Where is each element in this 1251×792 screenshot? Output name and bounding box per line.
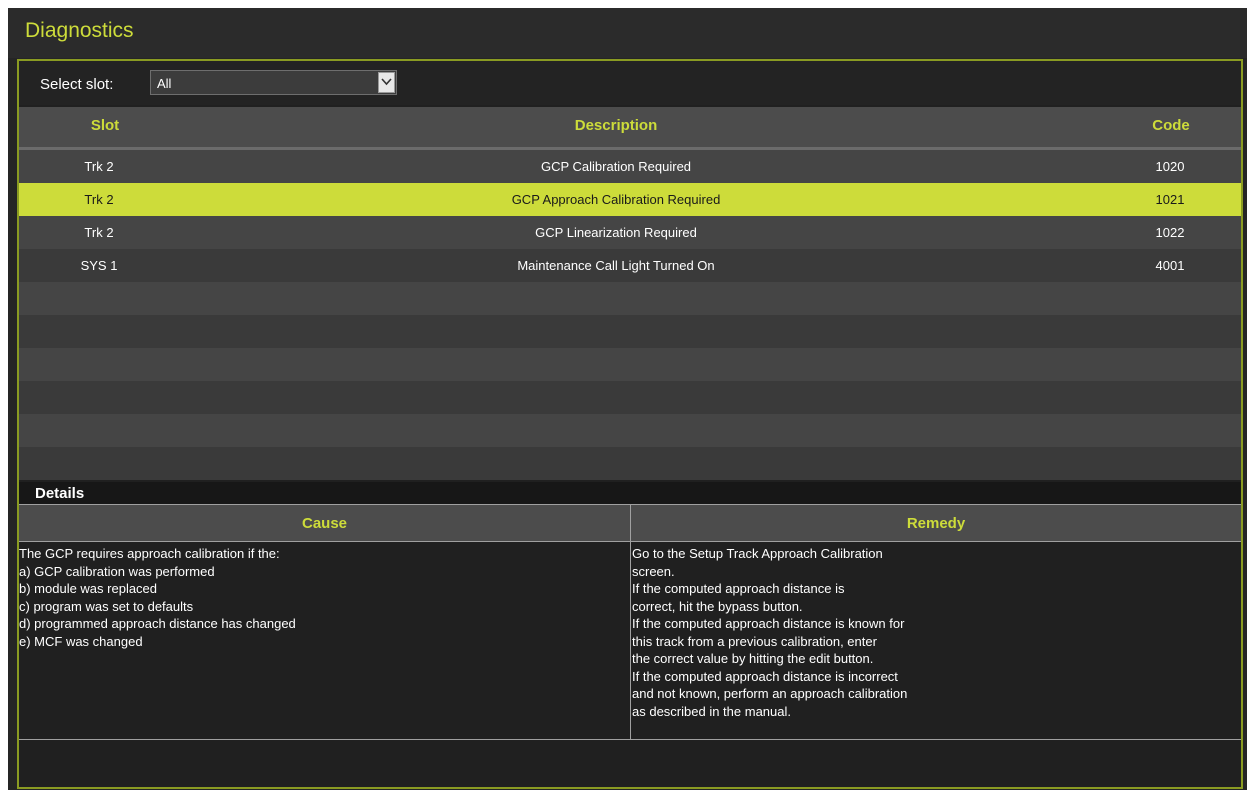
table-row-empty <box>19 282 1241 315</box>
cell-description: GCP Linearization Required <box>535 225 697 240</box>
table-row-empty <box>19 315 1241 348</box>
cause-header: Cause <box>19 505 630 542</box>
slot-filter-bar: Select slot: All <box>19 61 1241 105</box>
cell-slot: Trk 2 <box>84 159 114 174</box>
table-header: Slot Description Code <box>19 107 1241 150</box>
column-header-description[interactable]: Description <box>575 117 658 134</box>
details-header: Details <box>19 482 1241 504</box>
cell-slot: Trk 2 <box>84 192 114 207</box>
select-slot-label: Select slot: <box>40 76 114 93</box>
table-row[interactable]: Trk 2 GCP Calibration Required 1020 <box>19 150 1241 183</box>
detail-line: b) module was replaced <box>19 581 158 596</box>
remedy-header-label: Remedy <box>906 515 966 532</box>
detail-line: The GCP requires approach calibration if… <box>19 546 280 561</box>
table-row-empty <box>19 348 1241 381</box>
column-header-slot[interactable]: Slot <box>91 117 119 134</box>
detail-line: a) GCP calibration was performed <box>19 563 215 579</box>
detail-line: correct, hit the bypass button. <box>632 598 803 614</box>
slot-select-dropdown-button[interactable] <box>378 72 395 93</box>
detail-line: c) program was set to defaults <box>19 598 194 614</box>
remedy-text: Go to the Setup Track Approach Calibrati… <box>631 542 1241 720</box>
table-row[interactable]: SYS 1 Maintenance Call Light Turned On 400… <box>19 249 1241 282</box>
details-title: Details <box>35 485 85 502</box>
cell-code: 1020 <box>1155 159 1185 174</box>
detail-line: If the computed approach distance is inc… <box>632 668 898 684</box>
detail-line: the correct value by hitting the edit bu… <box>632 651 874 666</box>
chevron-down-icon <box>381 78 392 86</box>
cell-description: Maintenance Call Light Turned On <box>517 258 715 273</box>
page-title: Diagnostics <box>25 19 134 42</box>
cell-code: 1022 <box>1155 225 1185 240</box>
details-table: Cause The GCP requires approach calibrat… <box>19 504 1241 740</box>
slot-select-value: All <box>157 76 172 91</box>
table-row[interactable]: Trk 2 GCP Approach Calibration Required 10… <box>19 183 1241 216</box>
detail-line: If the computed approach distance is <box>632 581 845 596</box>
cell-code: 4001 <box>1155 258 1185 273</box>
cell-slot: SYS 1 <box>80 258 118 273</box>
table-row-empty <box>19 381 1241 414</box>
cell-code: 1021 <box>1155 192 1185 207</box>
detail-line: Go to the Setup Track Approach Calibrati… <box>632 546 883 561</box>
table-row[interactable]: Trk 2 GCP Linearization Required 1022 <box>19 216 1241 249</box>
diagnostics-panel: Select slot: All Slot Description Code T… <box>17 59 1243 789</box>
cause-column: Cause The GCP requires approach calibrat… <box>19 505 631 739</box>
diagnostics-table: Slot Description Code Trk 2 GCP Calibrati… <box>19 107 1241 480</box>
detail-line: this track from a previous calibration, … <box>632 633 877 649</box>
table-row-empty <box>19 447 1241 480</box>
detail-line: e) MCF was changed <box>19 633 143 649</box>
slot-select[interactable]: All <box>150 70 397 95</box>
cell-description: GCP Calibration Required <box>540 159 692 174</box>
column-header-code[interactable]: Code <box>1152 117 1190 134</box>
cell-slot: Trk 2 <box>84 225 114 240</box>
detail-line: d) programmed approach distance has chan… <box>19 616 296 631</box>
cause-text: The GCP requires approach calibration if… <box>19 542 630 650</box>
remedy-header: Remedy <box>631 505 1241 542</box>
cell-description: GCP Approach Calibration Required <box>511 192 721 207</box>
table-row-empty <box>19 414 1241 447</box>
diagnostics-window: Diagnostics Select slot: All Slot Descri… <box>8 8 1247 790</box>
cause-header-label: Cause <box>301 515 348 532</box>
table-body: Trk 2 GCP Calibration Required 1020 Trk 2 GC… <box>19 150 1241 480</box>
detail-line: If the computed approach distance is kno… <box>632 616 905 631</box>
detail-line: as described in the manual. <box>632 703 791 719</box>
title-bar: Diagnostics <box>8 8 1247 58</box>
remedy-column: Remedy Go to the Setup Track Approach Ca… <box>631 505 1241 739</box>
detail-line: and not known, perform an approach calib… <box>632 686 908 701</box>
detail-line: screen. <box>632 563 675 579</box>
